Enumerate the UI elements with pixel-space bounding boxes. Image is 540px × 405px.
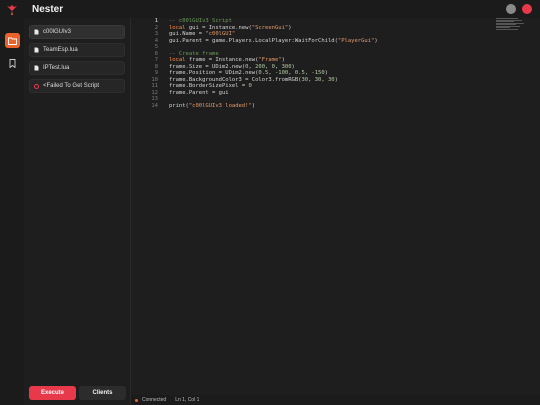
clients-button[interactable]: Clients	[79, 386, 126, 400]
file-sidebar: c00lGUIv3 TeamEsp.lua IPTest.lua <Failed…	[24, 18, 131, 405]
code-token: 0.5	[294, 70, 305, 76]
error-icon	[34, 83, 39, 89]
file-item-failed[interactable]: <Failed To Get Script	[29, 79, 125, 93]
code-token: "c00lGUI"	[205, 31, 236, 37]
bookmark-icon	[9, 59, 16, 68]
code-token: "Frame"	[258, 57, 282, 63]
code-editor[interactable]: 1 2 3 4 5 6 7 8 9 10 11 12 13 14 -- c00lGUIv3 Script l…	[131, 18, 540, 395]
code-token: )	[374, 37, 378, 44]
file-item-iptest[interactable]: IPTest.lua	[29, 61, 125, 75]
code-line: gui.Parent = game.Players.LocalPlayer:Wa…	[169, 38, 378, 45]
code-token: gui.Parent = game.Players.LocalPlayer:Wa…	[169, 37, 338, 44]
folder-icon	[8, 37, 17, 45]
code-token: 300	[281, 63, 292, 70]
code-token: ,	[321, 76, 328, 83]
app-logo-icon	[6, 3, 18, 15]
rail-bookmark-button[interactable]	[5, 56, 20, 71]
code-token: gui = Instance.new(	[185, 24, 252, 31]
code-token: print(	[169, 102, 189, 109]
file-label: <Failed To Get Script	[43, 83, 100, 89]
connection-status: Connected	[142, 397, 167, 403]
code-token: frame.Position = UDim2.new(	[169, 70, 259, 76]
status-bar: Connected Ln 1, Col 1	[131, 395, 540, 405]
close-button[interactable]	[522, 4, 532, 14]
code-area[interactable]: -- c00lGUIv3 Script local gui = Instance.…	[169, 18, 378, 109]
code-token: 200	[255, 63, 266, 70]
code-token: gui.Name =	[169, 31, 206, 37]
nav-rail	[0, 18, 25, 405]
file-label: IPTest.lua	[43, 65, 70, 71]
code-token: ,	[308, 76, 315, 83]
code-token: -- c00lGUIv3 Script	[169, 18, 232, 24]
file-label: TeamEsp.lua	[43, 47, 78, 53]
file-item-c00lguiv3[interactable]: c00lGUIv3	[29, 25, 125, 39]
file-icon	[34, 65, 39, 71]
rail-folder-button[interactable]	[5, 33, 20, 48]
line-number: 14	[151, 102, 158, 109]
code-token: "PlayerGui"	[337, 37, 375, 44]
code-token: 0.5	[258, 70, 269, 76]
code-token: frame.Parent = gui	[169, 89, 229, 96]
code-token: frame.Size = UDim2.new(	[169, 63, 246, 70]
code-token: )	[281, 57, 285, 63]
code-line: print("c00lGUIv3 loaded!")	[169, 103, 378, 110]
code-token: frame.BackgroundColor3 = Color3.fromRGB(	[169, 76, 302, 83]
code-token: -150	[311, 70, 325, 76]
code-token: ,	[288, 70, 295, 76]
title-bar: Nester	[0, 0, 540, 18]
code-token: frame.BorderSizePixel =	[169, 83, 249, 89]
code-token: -- Create frame	[169, 50, 219, 57]
code-token: )	[334, 76, 338, 83]
file-icon	[34, 29, 39, 35]
code-token: ,	[274, 63, 282, 70]
code-token: frame = Instance.new(	[185, 57, 259, 63]
code-token: 0	[248, 83, 252, 89]
code-token: local	[169, 57, 186, 63]
line-number-gutter: 1 2 3 4 5 6 7 8 9 10 11 12 13 14	[131, 18, 161, 395]
code-token: local	[169, 24, 186, 31]
minimap[interactable]	[496, 18, 526, 32]
file-item-teamesp[interactable]: TeamEsp.lua	[29, 43, 125, 57]
code-token: -100	[274, 70, 289, 76]
file-icon	[34, 47, 39, 53]
code-token: "c00lGUIv3 loaded!"	[188, 102, 252, 109]
file-label: c00lGUIv3	[43, 29, 72, 35]
code-token: )	[251, 102, 256, 109]
code-token: ,	[268, 70, 275, 76]
execute-button[interactable]: Execute	[29, 386, 76, 400]
app-title: Nester	[32, 4, 64, 15]
code-token: ,	[265, 63, 272, 70]
minimize-button[interactable]	[506, 4, 516, 14]
code-token: )	[324, 70, 328, 76]
code-token: )	[291, 63, 295, 70]
code-token: 30	[327, 76, 335, 83]
cursor-position: Ln 1, Col 1	[175, 397, 200, 403]
code-token: )	[288, 24, 292, 31]
connection-status-dot	[135, 398, 138, 402]
code-token: "ScreenGui"	[251, 24, 289, 31]
